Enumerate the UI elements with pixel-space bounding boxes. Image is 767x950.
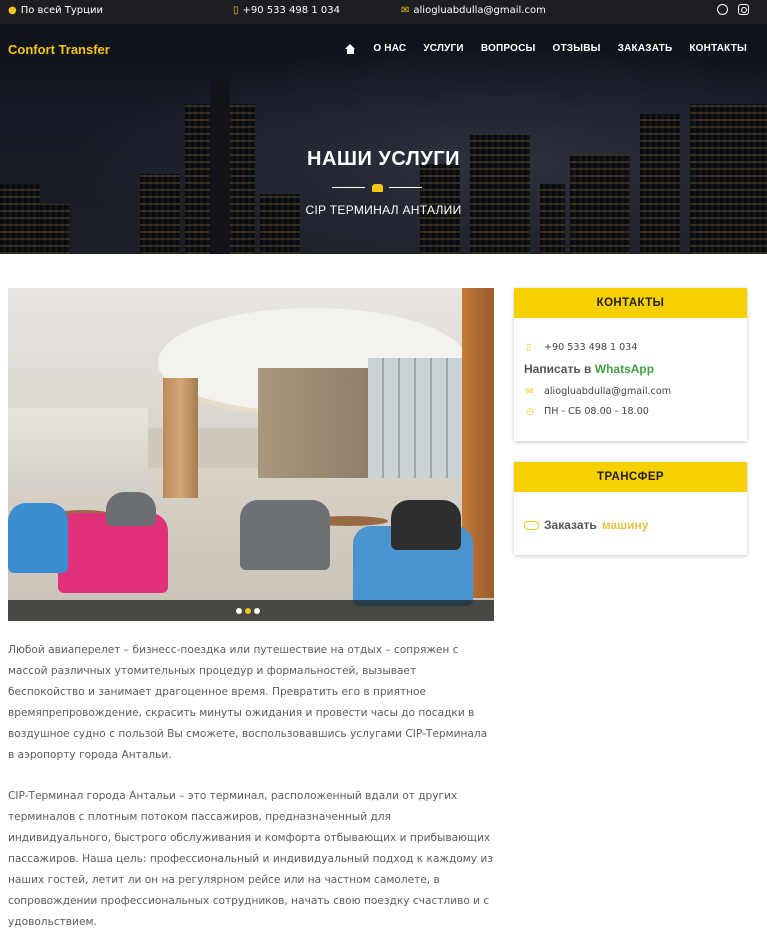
contact-hours: ◷ ПН - СБ 08.00 - 18.00 — [526, 406, 649, 417]
main-nav: О НАС УСЛУГИ ВОПРОСЫ ОТЗЫВЫ ЗАКАЗАТЬ КОН… — [345, 43, 747, 54]
content-paragraph-1: Любой авиаперелет – бизнесс-поездка или … — [8, 644, 488, 761]
title-divider — [332, 184, 422, 192]
nav-order[interactable]: ЗАКАЗАТЬ — [618, 43, 673, 54]
nav-faq[interactable]: ВОПРОСЫ — [481, 43, 536, 54]
location-text: По всей Турции — [20, 5, 103, 16]
slider-dot-2[interactable] — [245, 608, 251, 614]
contact-hours-text: ПН - СБ 08.00 - 18.00 — [544, 406, 649, 417]
order-car-link[interactable]: Заказать машину — [524, 518, 648, 532]
contact-phone-text: +90 533 498 1 034 — [544, 342, 638, 353]
transfer-card: ТРАНСФЕР Заказать машину — [514, 462, 747, 555]
whatsapp-prefix: Написать в — [524, 362, 595, 376]
envelope-icon: ✉ — [401, 5, 410, 16]
brand-logo[interactable]: Confort Transfer — [8, 42, 110, 57]
taxi-icon — [372, 184, 383, 192]
nav-reviews[interactable]: ОТЗЫВЫ — [552, 43, 600, 54]
location-info: ● По всей Турции — [8, 5, 103, 16]
order-prefix: Заказать — [544, 518, 597, 532]
home-icon[interactable] — [345, 43, 356, 54]
handshake-icon — [524, 520, 539, 530]
mobile-phone-icon: ▯ — [526, 342, 531, 353]
nav-services[interactable]: УСЛУГИ — [423, 43, 464, 54]
contacts-title: КОНТАКТЫ — [514, 288, 747, 318]
contacts-card: КОНТАКТЫ ▯ +90 533 498 1 034 Написать в … — [514, 288, 747, 441]
phone-link[interactable]: ▯ +90 533 498 1 034 — [233, 5, 340, 16]
slider-dot-3[interactable] — [254, 608, 260, 614]
image-slider[interactable] — [8, 288, 494, 621]
hero-banner: Confort Transfer О НАС УСЛУГИ ВОПРОСЫ ОТ… — [0, 24, 767, 254]
contact-email-text: aliogluabdulla@gmail.com — [544, 386, 672, 397]
phone-text: +90 533 498 1 034 — [242, 5, 340, 16]
top-bar: ● По всей Турции ▯ +90 533 498 1 034 ✉ a… — [0, 0, 767, 24]
contact-phone[interactable]: ▯ +90 533 498 1 034 — [526, 342, 637, 353]
contact-email[interactable]: ✉ aliogluabdulla@gmail.com — [526, 386, 671, 397]
order-link-text: машину — [601, 518, 649, 532]
map-marker-icon: ● — [8, 5, 17, 16]
envelope-icon: ✉ — [526, 386, 534, 397]
nav-contacts[interactable]: КОНТАКТЫ — [689, 43, 747, 54]
email-text: aliogluabdulla@gmail.com — [413, 5, 546, 16]
slider-dot-1[interactable] — [236, 608, 242, 614]
email-link[interactable]: ✉ aliogluabdulla@gmail.com — [401, 5, 546, 16]
mobile-phone-icon: ▯ — [233, 5, 239, 16]
slider-dots — [236, 608, 260, 614]
content-paragraph-2: CIP-Терминал города Антальи – это термин… — [8, 790, 493, 928]
page-subtitle: CIP ТЕРМИНАЛ АНТАЛИИ — [305, 203, 462, 217]
whatsapp-label: WhatsApp — [594, 362, 655, 376]
transfer-title: ТРАНСФЕР — [514, 462, 747, 492]
whatsapp-link[interactable]: Написать в WhatsApp — [524, 362, 654, 376]
instagram-icon[interactable] — [738, 4, 749, 15]
nav-about[interactable]: О НАС — [373, 43, 406, 54]
social-links — [717, 4, 749, 15]
slider-controls — [8, 600, 494, 621]
clock-icon: ◷ — [526, 406, 534, 417]
whatsapp-icon[interactable] — [717, 4, 728, 15]
page-title: НАШИ УСЛУГИ — [307, 148, 460, 170]
